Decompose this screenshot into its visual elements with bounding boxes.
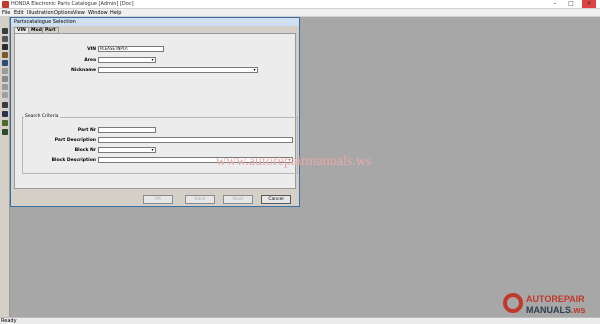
logo-icon [503,293,523,313]
nickname-select[interactable]: ▾ [98,67,258,73]
block-description-label: Block Description [51,158,96,163]
app-icon [2,1,9,8]
title-bar: HONDA Electronic Parts Catalogue [Admin]… [0,0,600,9]
ok-button[interactable]: OK [143,195,173,204]
maximize-button[interactable]: □ [564,0,578,8]
print-icon[interactable] [2,44,8,50]
side-toolbar [0,17,10,317]
tools-icon[interactable] [2,52,8,58]
next-button[interactable]: Next [223,195,253,204]
zoom-icon[interactable] [2,68,8,74]
block-nr-select[interactable]: ▾ [98,147,156,153]
watermark-logo: AUTOREPAIR MANUALS.ws [503,293,599,319]
chevron-down-icon[interactable]: ▾ [150,58,155,62]
menu-view[interactable]: View [73,10,85,16]
cart-icon[interactable] [2,102,8,108]
vin-label: VIN [87,47,96,52]
vin-search-icon[interactable] [2,28,8,34]
status-text: Ready [1,318,17,324]
cancel-button[interactable]: Cancel [261,195,291,204]
dialog-title-bar: Partscatalogue Selection [11,18,299,26]
partscatalogue-dialog: Partscatalogue Selection VIN Model Part … [10,17,300,207]
menu-file[interactable]: File [2,10,10,16]
vin-input[interactable]: PLEASE INPUT [98,46,164,52]
block-nr-label: Block Nr [74,148,96,153]
area-label: Area [84,58,96,63]
window-title: HONDA Electronic Parts Catalogue [Admin]… [11,1,134,7]
menu-illustration[interactable]: Illustration [27,10,54,16]
part-nr-label: Part Nr [77,128,96,133]
area-select[interactable]: ▾ [98,57,156,63]
logo-line2: MANUALS.ws [526,305,586,315]
menu-help[interactable]: Help [110,10,121,16]
exit-icon[interactable] [2,129,8,135]
logo-line1: AUTOREPAIR [526,294,585,304]
back-button[interactable]: Back [185,195,215,204]
menu-edit[interactable]: Edit [14,10,24,16]
search-icon[interactable] [2,76,8,82]
search-criteria-title: Search Criteria [24,114,60,119]
close-button[interactable]: ✕ [582,0,596,8]
filter-icon[interactable] [2,120,8,126]
part-description-input[interactable] [98,137,293,143]
menu-window[interactable]: Window [88,10,108,16]
logo-line2-suffix: .ws [571,305,586,315]
list-icon[interactable] [2,60,8,66]
message-icon[interactable] [2,111,8,117]
chevron-down-icon[interactable]: ▾ [150,148,155,152]
part-description-label: Part Description [54,138,96,143]
watermark-text: www.autorepairmanuals.ws [216,154,372,169]
part-nr-input[interactable] [98,127,156,133]
status-bar: Ready [0,317,600,324]
nickname-label: Nickname [71,68,96,73]
catalogue-icon[interactable] [2,36,8,42]
menu-bar: File Edit Illustration Options View Wind… [0,9,600,17]
logo-line2-main: MANUALS [526,305,571,315]
minimize-button[interactable]: – [548,0,562,8]
dialog-title: Partscatalogue Selection [14,19,76,25]
chevron-down-icon[interactable]: ▾ [252,68,257,72]
menu-options[interactable]: Options [54,10,73,16]
gear-icon[interactable] [2,92,8,98]
options-icon[interactable] [2,84,8,90]
